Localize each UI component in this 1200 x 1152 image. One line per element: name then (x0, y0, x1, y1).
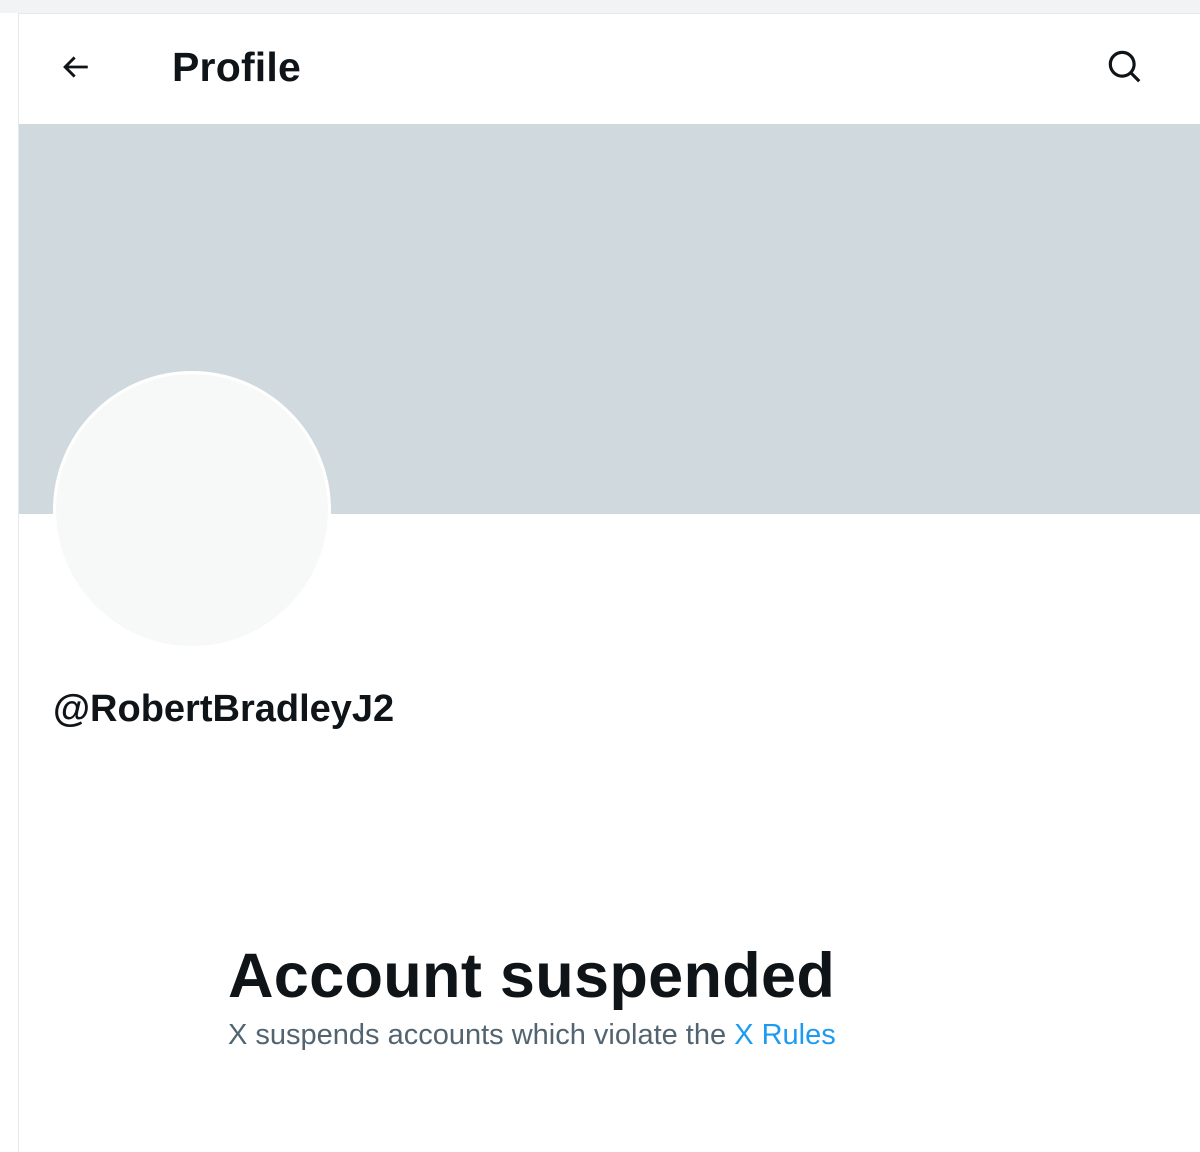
profile-handle: @RobertBradleyJ2 (53, 688, 395, 730)
avatar[interactable] (53, 371, 331, 649)
search-button[interactable] (1101, 45, 1149, 93)
profile-header: Profile (19, 14, 1200, 124)
arrow-left-icon (58, 50, 92, 89)
page-title: Profile (172, 44, 301, 90)
top-strip (0, 0, 1200, 13)
search-icon (1106, 48, 1144, 91)
back-button[interactable] (51, 45, 99, 93)
suspended-message: X suspends accounts which violate the X … (228, 1015, 988, 1055)
x-rules-link[interactable]: X Rules (734, 1019, 836, 1051)
profile-page: Profile @RobertBradleyJ2 Account suspend… (18, 13, 1200, 1152)
suspended-notice: Account suspended X suspends accounts wh… (228, 939, 988, 1055)
suspended-message-text: X suspends accounts which violate the (228, 1019, 727, 1051)
suspended-title: Account suspended (228, 941, 836, 1011)
